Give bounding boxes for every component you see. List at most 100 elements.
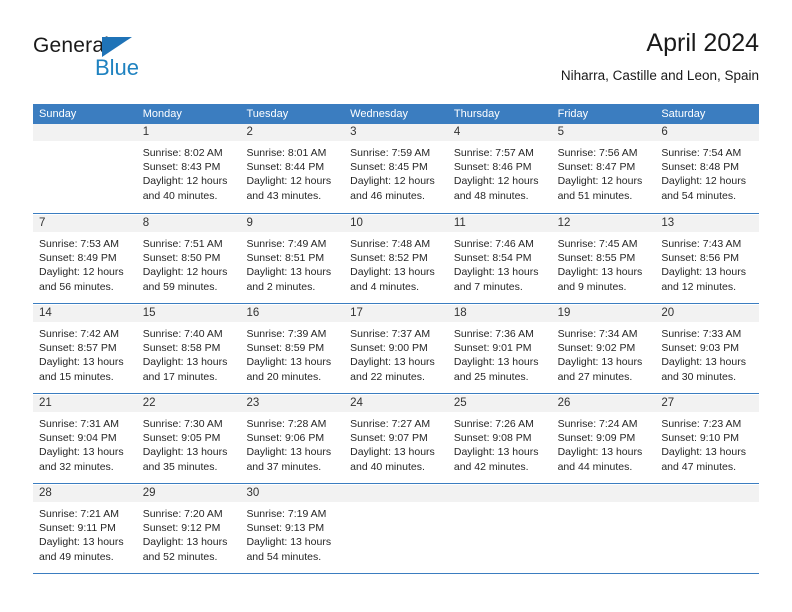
day-cell-empty: [551, 485, 656, 573]
sunrise-text: Sunrise: 7:20 AM: [142, 508, 223, 520]
day-number: 18: [453, 307, 467, 319]
calendar-page: General Blue April 2024 Niharra, Castill…: [0, 0, 792, 612]
day-cell[interactable]: 30 Sunrise: 7:19 AM Sunset: 9:13 PM Dayligh…: [240, 485, 345, 573]
day-cell[interactable]: 9 Sunrise: 7:49 AM Sunset: 8:51 PM Daylight…: [240, 215, 345, 303]
daylight-text-line1: Daylight: 12 hours: [142, 175, 228, 188]
daylight-text-line2: and 40 minutes.: [142, 189, 218, 202]
day-number-strip: 9: [240, 215, 345, 232]
daylight-text-line1: Daylight: 13 hours: [557, 356, 643, 369]
sunset-text: Sunset: 9:04 PM: [39, 432, 117, 445]
day-number: 14: [39, 307, 52, 319]
daylight-text-line1: Daylight: 13 hours: [246, 356, 332, 369]
daylight-text-line2: and 27 minutes.: [557, 370, 633, 383]
sunrise-text: Sunrise: 7:23 AM: [661, 418, 742, 430]
day-number-strip: 6: [655, 124, 760, 141]
day-number: 9: [246, 217, 253, 229]
day-cell[interactable]: 5 Sunrise: 7:56 AM Sunset: 8:47 PM Daylight…: [551, 124, 656, 213]
day-number-strip: 7: [33, 215, 137, 232]
day-cell[interactable]: 25 Sunrise: 7:26 AM Sunset: 9:08 PM Dayligh…: [447, 395, 552, 483]
day-info: Sunrise: 7:46 AM Sunset: 8:54 PM Daylight:…: [448, 232, 552, 294]
day-cell[interactable]: 7 Sunrise: 7:53 AM Sunset: 8:49 PM Daylight…: [33, 215, 137, 303]
sunset-text: Sunset: 8:52 PM: [350, 252, 428, 265]
day-cell[interactable]: 13 Sunrise: 7:43 AM Sunset: 8:56 PM Dayligh…: [655, 215, 760, 303]
sunrise-text: Sunrise: 7:26 AM: [453, 418, 534, 430]
daylight-text-line1: Daylight: 13 hours: [350, 266, 435, 279]
daylight-text-line1: Daylight: 13 hours: [246, 536, 332, 549]
daylight-text-line1: Daylight: 13 hours: [39, 356, 124, 369]
sunset-text: Sunset: 8:57 PM: [39, 342, 117, 355]
day-number: 10: [350, 217, 363, 229]
day-cell[interactable]: 21 Sunrise: 7:31 AM Sunset: 9:04 PM Dayligh…: [33, 395, 137, 483]
calendar-weeks: 1 Sunrise: 8:02 AM Sunset: 8:43 PM Daylight…: [33, 124, 760, 574]
day-cell[interactable]: 14 Sunrise: 7:42 AM Sunset: 8:57 PM Dayligh…: [33, 305, 137, 393]
daylight-text-line1: Daylight: 13 hours: [661, 356, 746, 369]
day-info: Sunrise: 7:30 AM Sunset: 9:05 PM Daylight:…: [137, 412, 241, 474]
sunset-text: Sunset: 9:08 PM: [453, 432, 532, 445]
day-number-strip: 30: [240, 485, 345, 502]
day-cell[interactable]: 19 Sunrise: 7:34 AM Sunset: 9:02 PM Dayligh…: [551, 305, 656, 393]
sunset-text: Sunset: 9:10 PM: [661, 432, 739, 445]
day-cell[interactable]: 3 Sunrise: 7:59 AM Sunset: 8:45 PM Daylight…: [344, 124, 448, 213]
day-cell[interactable]: 22 Sunrise: 7:30 AM Sunset: 9:05 PM Dayligh…: [136, 395, 241, 483]
day-cell[interactable]: 27 Sunrise: 7:23 AM Sunset: 9:10 PM Dayligh…: [655, 395, 760, 483]
daylight-text-line1: Daylight: 13 hours: [142, 536, 228, 549]
day-cell[interactable]: 11 Sunrise: 7:46 AM Sunset: 8:54 PM Dayligh…: [447, 215, 552, 303]
sunrise-text: Sunrise: 7:24 AM: [557, 418, 638, 430]
day-cell[interactable]: 6 Sunrise: 7:54 AM Sunset: 8:48 PM Daylight…: [655, 124, 760, 213]
day-number-strip: 20: [655, 305, 760, 322]
day-cell[interactable]: 17 Sunrise: 7:37 AM Sunset: 9:00 PM Dayligh…: [344, 305, 448, 393]
daylight-text-line2: and 22 minutes.: [350, 370, 425, 383]
day-info: Sunrise: 7:26 AM Sunset: 9:08 PM Daylight:…: [448, 412, 552, 474]
day-number: 26: [557, 397, 571, 409]
daylight-text-line1: Daylight: 13 hours: [39, 446, 124, 459]
day-number-strip: [447, 485, 552, 502]
day-cell[interactable]: 24 Sunrise: 7:27 AM Sunset: 9:07 PM Dayligh…: [344, 395, 448, 483]
day-number-strip: 28: [33, 485, 137, 502]
day-cell[interactable]: 4 Sunrise: 7:57 AM Sunset: 8:46 PM Daylight…: [447, 124, 552, 213]
day-cell[interactable]: 28 Sunrise: 7:21 AM Sunset: 9:11 PM Dayligh…: [33, 485, 137, 573]
day-info: Sunrise: 7:20 AM Sunset: 9:12 PM Daylight:…: [137, 502, 241, 564]
day-number: 27: [661, 397, 675, 409]
day-info: Sunrise: 7:51 AM Sunset: 8:50 PM Daylight:…: [137, 232, 241, 294]
day-info: Sunrise: 7:48 AM Sunset: 8:52 PM Daylight:…: [344, 232, 448, 294]
daylight-text-line1: Daylight: 12 hours: [350, 175, 435, 188]
sunrise-text: Sunrise: 8:01 AM: [246, 147, 327, 159]
day-cell[interactable]: 15 Sunrise: 7:40 AM Sunset: 8:58 PM Dayligh…: [136, 305, 241, 393]
daylight-text-line2: and 47 minutes.: [661, 460, 737, 473]
calendar-week-row: 21 Sunrise: 7:31 AM Sunset: 9:04 PM Dayligh…: [33, 394, 760, 484]
day-cell[interactable]: 29 Sunrise: 7:20 AM Sunset: 9:12 PM Dayligh…: [136, 485, 241, 573]
day-cell-empty: [655, 485, 760, 573]
daylight-text-line2: and 43 minutes.: [246, 189, 322, 202]
day-info: Sunrise: 7:42 AM Sunset: 8:57 PM Daylight:…: [33, 322, 137, 384]
sunset-text: Sunset: 8:46 PM: [453, 161, 532, 174]
brand-name-blue: Blue: [95, 55, 140, 80]
sunrise-text: Sunrise: 7:42 AM: [39, 328, 119, 340]
day-cell[interactable]: 26 Sunrise: 7:24 AM Sunset: 9:09 PM Dayligh…: [551, 395, 656, 483]
calendar-week-row: 1 Sunrise: 8:02 AM Sunset: 8:43 PM Daylight…: [33, 124, 760, 214]
day-cell[interactable]: 8 Sunrise: 7:51 AM Sunset: 8:50 PM Daylight…: [136, 215, 241, 303]
sunrise-text: Sunrise: 7:33 AM: [661, 328, 742, 340]
day-cell[interactable]: 16 Sunrise: 7:39 AM Sunset: 8:59 PM Dayligh…: [240, 305, 345, 393]
daylight-text-line1: Daylight: 12 hours: [246, 175, 332, 188]
day-number: 25: [453, 397, 467, 409]
daylight-text-line1: Daylight: 13 hours: [246, 446, 332, 459]
calendar-week-row: 7 Sunrise: 7:53 AM Sunset: 8:49 PM Daylight…: [33, 214, 760, 304]
day-cell[interactable]: 10 Sunrise: 7:48 AM Sunset: 8:52 PM Dayligh…: [344, 215, 448, 303]
day-cell[interactable]: 23 Sunrise: 7:28 AM Sunset: 9:06 PM Dayligh…: [240, 395, 345, 483]
day-cell[interactable]: 1 Sunrise: 8:02 AM Sunset: 8:43 PM Daylight…: [136, 124, 241, 213]
sunset-text: Sunset: 8:56 PM: [661, 252, 739, 265]
day-cell[interactable]: 20 Sunrise: 7:33 AM Sunset: 9:03 PM Dayligh…: [655, 305, 760, 393]
day-number: 24: [350, 397, 363, 409]
daylight-text-line2: and 42 minutes.: [453, 460, 529, 473]
sunrise-text: Sunrise: 7:45 AM: [557, 238, 638, 250]
day-cell[interactable]: 18 Sunrise: 7:36 AM Sunset: 9:01 PM Dayligh…: [447, 305, 552, 393]
daylight-text-line2: and 44 minutes.: [557, 460, 633, 473]
day-cell[interactable]: 12 Sunrise: 7:45 AM Sunset: 8:55 PM Dayligh…: [551, 215, 656, 303]
day-info: Sunrise: 7:37 AM Sunset: 9:00 PM Daylight:…: [344, 322, 448, 384]
day-info: Sunrise: 7:57 AM Sunset: 8:46 PM Daylight:…: [448, 141, 552, 203]
day-cell[interactable]: 2 Sunrise: 8:01 AM Sunset: 8:44 PM Daylight…: [240, 124, 345, 213]
day-info: Sunrise: 7:53 AM Sunset: 8:49 PM Daylight:…: [33, 232, 137, 294]
daylight-text-line2: and 20 minutes.: [246, 370, 322, 383]
weekday-header-wednesday: Wednesday: [350, 108, 409, 120]
day-number-strip: 14: [33, 305, 137, 322]
